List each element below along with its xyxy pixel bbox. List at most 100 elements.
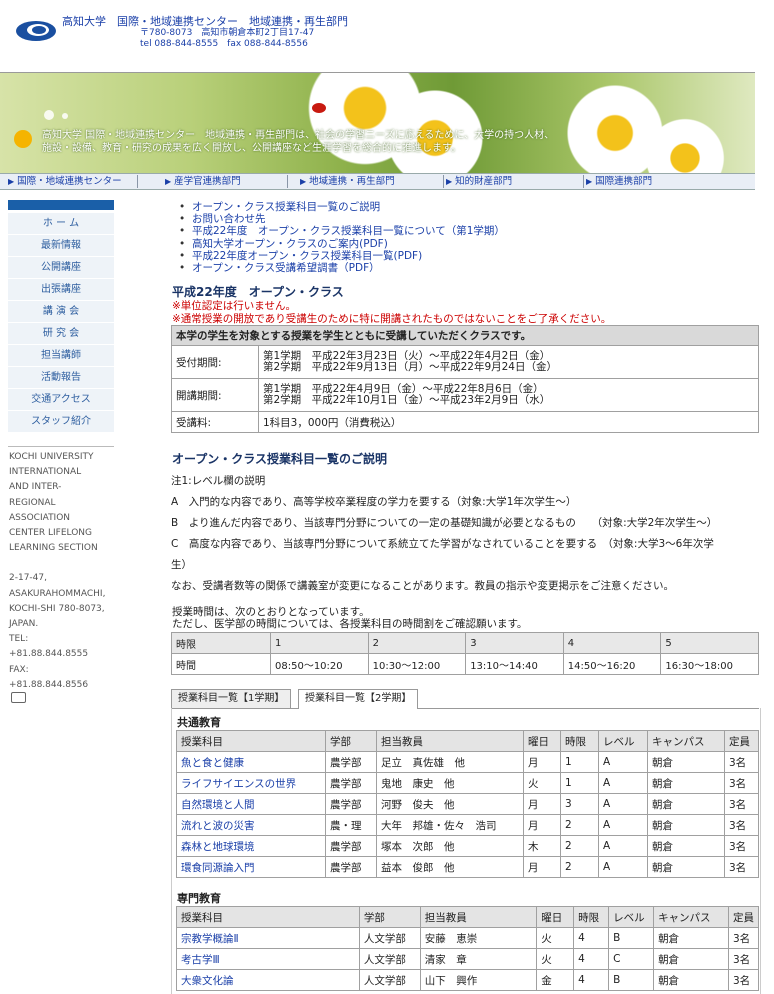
note-line: B より進んだ内容であり、当該専門分野についての一定の基礎知識が必要となるもの … bbox=[171, 517, 718, 529]
banner-image: 高知大学 国際・地域連携センター 地域連携・再生部門は、社会の学習ニーズに応える… bbox=[0, 73, 755, 173]
sidebar-item-news[interactable]: 最新情報 bbox=[8, 235, 114, 257]
info-line: 第2学期 平成22年9月13日（月）～平成22年9月24日（金） bbox=[263, 361, 557, 373]
nav-international[interactable]: ▶ 国際連携部門 bbox=[586, 174, 652, 189]
nav-separator bbox=[287, 175, 288, 188]
col-header: 学部 bbox=[325, 730, 377, 752]
table-cell: 足立 真佐雄 他 bbox=[376, 751, 524, 773]
org-line: INTERNATIONAL bbox=[9, 467, 82, 478]
table-cell: 朝倉 bbox=[653, 927, 729, 949]
table-cell: 月 bbox=[523, 856, 561, 878]
table-row: ライフサイエンスの世界 農学部 鬼地 康史 他 火 1 A 朝倉 3名 bbox=[176, 772, 759, 794]
nav-regional[interactable]: ▶ 地域連携・再生部門 bbox=[300, 174, 395, 189]
org-line: CENTER LIFELONG bbox=[9, 528, 93, 539]
link-guide-pdf[interactable]: 高知大学オープン・クラスのご案内(PDF) bbox=[179, 238, 505, 250]
header-address: 〒780-8073 高知市朝倉本町2丁目17-47 tel 088-844-85… bbox=[140, 28, 314, 50]
table-cell: 農学部 bbox=[325, 856, 377, 878]
col-header: キャンパス bbox=[647, 730, 725, 752]
sidebar-item-lecturers[interactable]: 担当講師 bbox=[8, 345, 114, 367]
schedule-cell: 2 bbox=[367, 632, 467, 654]
schedule-cell: 1 bbox=[270, 632, 369, 654]
addr-line: ASAKURAHOMMACHI, bbox=[9, 588, 106, 599]
level-notes: 注1:レベル欄の説明 A 入門的な内容であり、高等学校卒業程度の学力を要する（対… bbox=[171, 471, 767, 597]
table-cell: 2 bbox=[560, 835, 599, 857]
course-link[interactable]: 自然環境と人間 bbox=[176, 793, 326, 815]
link-list-pdf[interactable]: 平成22年度オープン・クラス授業科目一覧(PDF) bbox=[179, 250, 505, 262]
sidebar-item-study-group[interactable]: 研 究 会 bbox=[8, 323, 114, 345]
note-line: A 入門的な内容であり、高等学校卒業程度の学力を要する（対象:大学1年次学生～） bbox=[171, 496, 577, 508]
course-link[interactable]: 流れと波の災害 bbox=[176, 814, 326, 836]
arrow-right-icon: ▶ bbox=[300, 177, 307, 186]
col-header: キャンパス bbox=[653, 906, 729, 928]
sidebar-item-reports[interactable]: 活動報告 bbox=[8, 367, 114, 389]
site-title[interactable]: 高知大学 国際・地域連携センター 地域連携・再生部門 bbox=[62, 13, 348, 29]
sidebar-item-talks[interactable]: 講 演 会 bbox=[8, 301, 114, 323]
nav-separator bbox=[137, 175, 138, 188]
sidebar-item-outreach[interactable]: 出張講座 bbox=[8, 279, 114, 301]
nav-industry[interactable]: ▶ 産学官連携部門 bbox=[165, 174, 241, 189]
course-link[interactable]: 魚と食と健康 bbox=[176, 751, 326, 773]
schedule-header-row: 時限 1 2 3 4 5 bbox=[171, 632, 759, 654]
table-cell: 農学部 bbox=[325, 793, 377, 815]
arrow-right-icon: ▶ bbox=[586, 177, 593, 186]
nav-ip[interactable]: ▶ 知的財産部門 bbox=[446, 174, 512, 189]
table-cell: 3名 bbox=[724, 793, 759, 815]
info-line: 第2学期 平成22年10月1日（金）～平成23年2月9日（水） bbox=[263, 394, 551, 406]
period-schedule-table: 時限 1 2 3 4 5 時間 08:50～10:20 10:30～12:00 … bbox=[171, 632, 759, 675]
link-contact[interactable]: お問い合わせ先 bbox=[179, 213, 505, 225]
nav-label: 知的財産部門 bbox=[455, 176, 513, 187]
schedule-intro: 授業時間は、次のとおりとなっています。 ただし、医学部の時間については、各授業科… bbox=[172, 606, 527, 630]
link-explanation[interactable]: オープン・クラス授業科目一覧のご説明 bbox=[179, 201, 505, 213]
specialized-course-table: 授業科目 学部 担当教員 曜日 時限 レベル キャンパス 定員 宗教学概論Ⅱ 人… bbox=[176, 906, 759, 991]
section-title-explanation: オープン・クラス授業科目一覧のご説明 bbox=[172, 452, 388, 466]
col-header: レベル bbox=[598, 730, 648, 752]
table-cell: 朝倉 bbox=[647, 772, 725, 794]
sidebar-item-staff[interactable]: スタッフ紹介 bbox=[8, 411, 114, 433]
table-cell: 4 bbox=[573, 927, 610, 949]
mail-icon[interactable] bbox=[11, 692, 26, 703]
table-cell: 安藤 恵崇 bbox=[419, 927, 538, 949]
schedule-cell: 5 bbox=[660, 632, 759, 654]
banner-line: 施設・設備、教育・研究の成果を広く開放し、公開講座など生涯学習を総合的に推進しま… bbox=[42, 143, 461, 154]
col-header: 授業科目 bbox=[176, 730, 326, 752]
light-dot bbox=[44, 110, 54, 120]
nav-separator bbox=[583, 175, 584, 188]
table-cell: 3名 bbox=[724, 835, 759, 857]
col-header: 担当教員 bbox=[419, 906, 538, 928]
course-link[interactable]: ライフサイエンスの世界 bbox=[176, 772, 326, 794]
page-links: オープン・クラス授業科目一覧のご説明 お問い合わせ先 平成22年度 オープン・ク… bbox=[179, 201, 505, 274]
nav-label: 産学官連携部門 bbox=[174, 176, 241, 187]
common-course-table: 授業科目 学部 担当教員 曜日 時限 レベル キャンパス 定員 魚と食と健康 農… bbox=[176, 730, 759, 878]
table-row: 流れと波の災害 農・理 大年 邦雄・佐々 浩司 月 2 A 朝倉 3名 bbox=[176, 814, 759, 836]
table-row: 環食同源論入門 農学部 益本 俊郎 他 月 2 A 朝倉 3名 bbox=[176, 856, 759, 878]
course-link[interactable]: 考古学Ⅲ bbox=[176, 948, 360, 970]
sidebar-item-public-lectures[interactable]: 公開講座 bbox=[8, 257, 114, 279]
schedule-cell: 14:50～16:20 bbox=[562, 653, 662, 675]
link-list-term1[interactable]: 平成22年度 オープン・クラス授業科目一覧について（第1学期） bbox=[179, 225, 505, 237]
table-cell: 朝倉 bbox=[647, 793, 725, 815]
col-header: 曜日 bbox=[523, 730, 561, 752]
table-cell: 3名 bbox=[724, 751, 759, 773]
course-link[interactable]: 森林と地球環境 bbox=[176, 835, 326, 857]
schedule-cell: 時限 bbox=[171, 632, 271, 654]
info-label: 受付期間: bbox=[171, 345, 259, 379]
course-link[interactable]: 環食同源論入門 bbox=[176, 856, 326, 878]
tab-term1[interactable]: 授業科目一覧【1学期】 bbox=[171, 689, 292, 708]
table-cell: 益本 俊郎 他 bbox=[376, 856, 524, 878]
sidebar-item-access[interactable]: 交通アクセス bbox=[8, 389, 114, 411]
table-cell: 3名 bbox=[724, 814, 759, 836]
course-link[interactable]: 宗教学概論Ⅱ bbox=[176, 927, 360, 949]
course-link[interactable]: 大衆文化論 bbox=[176, 969, 360, 991]
link-application-pdf[interactable]: オープン・クラス受講希望調書（PDF） bbox=[179, 262, 505, 274]
sidebar-divider bbox=[8, 446, 114, 447]
table-cell: 金 bbox=[536, 969, 575, 991]
schedule-cell: 08:50～10:20 bbox=[270, 653, 369, 675]
tab-term2[interactable]: 授業科目一覧【2学期】 bbox=[298, 689, 419, 709]
sidebar-item-home[interactable]: ホ ー ム bbox=[8, 213, 114, 235]
sun-icon bbox=[14, 130, 32, 148]
addr-line: KOCHI-SHI 780-8073, bbox=[9, 603, 105, 614]
schedule-intro-line: ただし、医学部の時間については、各授業科目の時間割をご確認願います。 bbox=[172, 618, 528, 630]
university-logo-icon[interactable] bbox=[14, 18, 58, 44]
term-tabs: 授業科目一覧【1学期】 授業科目一覧【2学期】 bbox=[171, 689, 759, 709]
table-row: 自然環境と人間 農学部 河野 俊夫 他 月 3 A 朝倉 3名 bbox=[176, 793, 759, 815]
nav-center[interactable]: ▶ 国際・地域連携センター bbox=[8, 174, 122, 189]
